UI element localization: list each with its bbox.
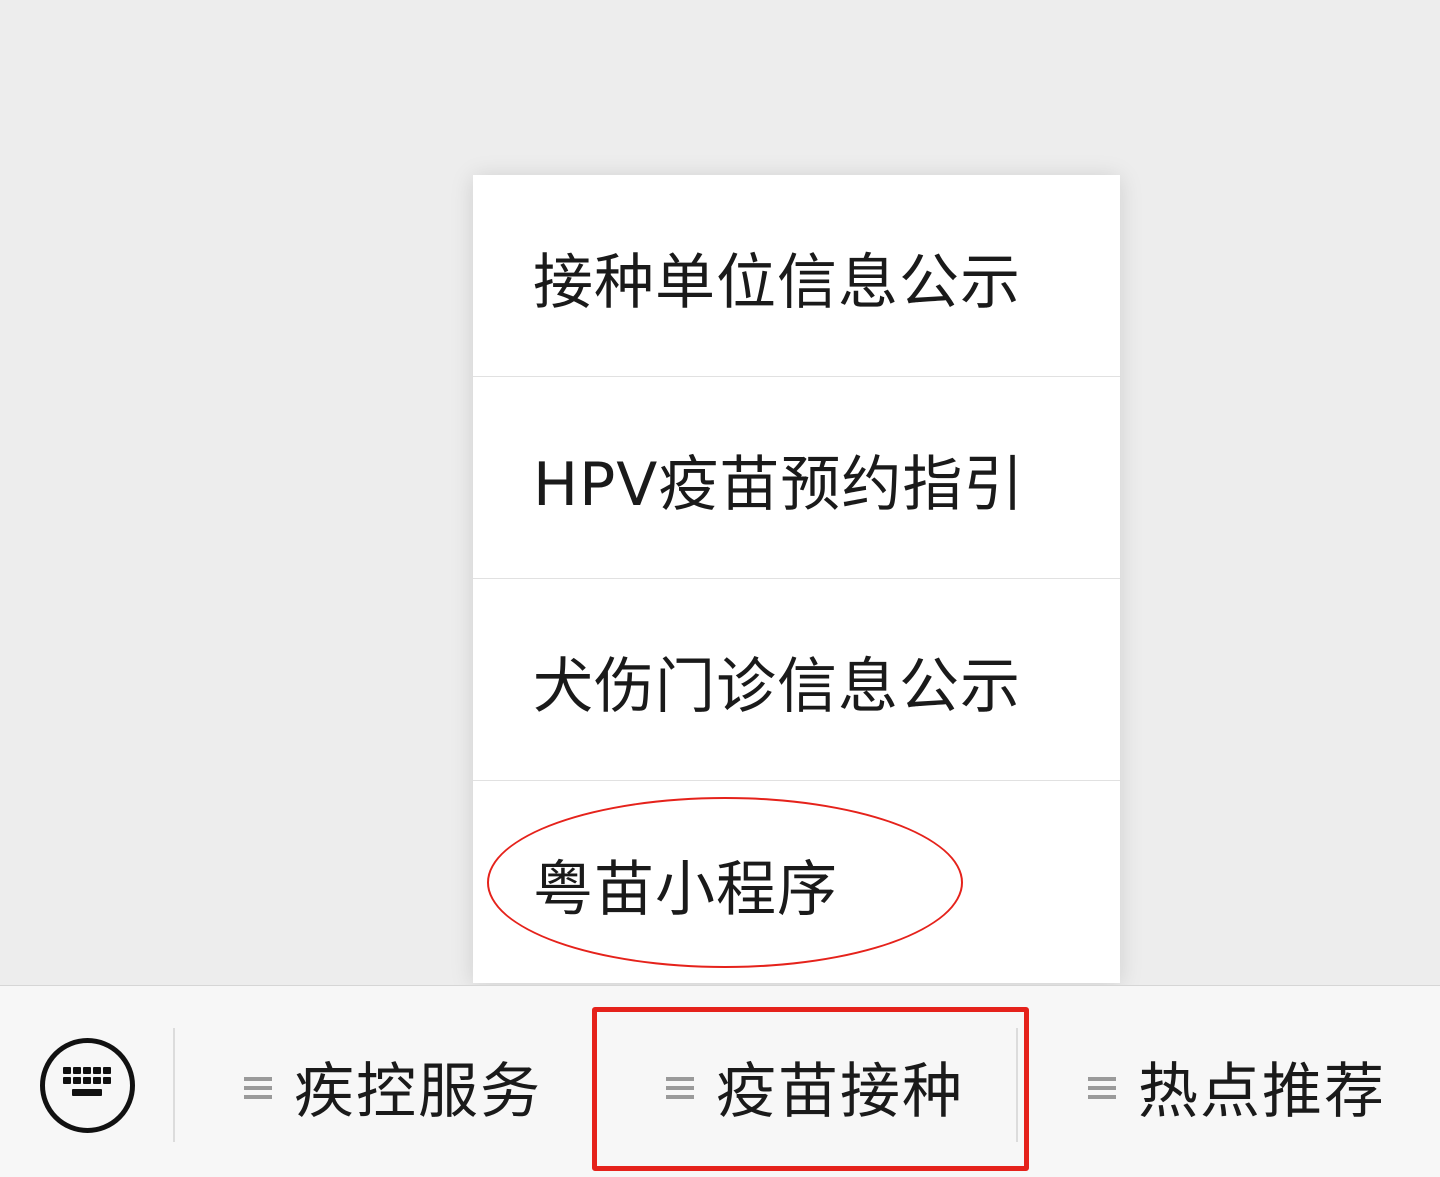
menu-tab-cdc-services[interactable]: 疾控服务: [244, 1026, 542, 1146]
menu-tab-label: 疫苗接种: [716, 1056, 964, 1127]
keyboard-icon: [63, 1067, 111, 1096]
menu-item-label: 接种单位信息公示: [533, 248, 1021, 318]
keyboard-toggle-button[interactable]: [40, 1038, 135, 1133]
menu-tab-label: 疾控服务: [294, 1056, 542, 1127]
submenu-popup: 接种单位信息公示 HPV疫苗预约指引 犬伤门诊信息公示 粤苗小程序: [473, 175, 1120, 983]
hamburger-menu-icon: [244, 1077, 272, 1099]
divider: [173, 1028, 175, 1142]
menu-item-vaccination-unit-info[interactable]: 接种单位信息公示: [473, 175, 1120, 377]
menu-tab-hot-recommendations[interactable]: 热点推荐: [1088, 1026, 1386, 1146]
hamburger-menu-icon: [666, 1077, 694, 1099]
bottom-menu-bar: 疾控服务 疫苗接种 热点推荐: [0, 985, 1440, 1177]
hamburger-menu-icon: [1088, 1077, 1116, 1099]
menu-item-dog-bite-clinic-info[interactable]: 犬伤门诊信息公示: [473, 579, 1120, 781]
menu-item-yuemiao-mini-program[interactable]: 粤苗小程序: [473, 781, 1120, 983]
menu-item-label: 犬伤门诊信息公示: [533, 652, 1021, 722]
menu-item-hpv-appointment-guide[interactable]: HPV疫苗预约指引: [473, 377, 1120, 579]
menu-tab-label: 热点推荐: [1138, 1056, 1386, 1127]
menu-item-label: 粤苗小程序: [533, 854, 838, 925]
divider: [1016, 1028, 1018, 1142]
menu-tab-vaccination[interactable]: 疫苗接种: [666, 1026, 964, 1146]
menu-item-label: HPV疫苗预约指引: [533, 450, 1025, 520]
